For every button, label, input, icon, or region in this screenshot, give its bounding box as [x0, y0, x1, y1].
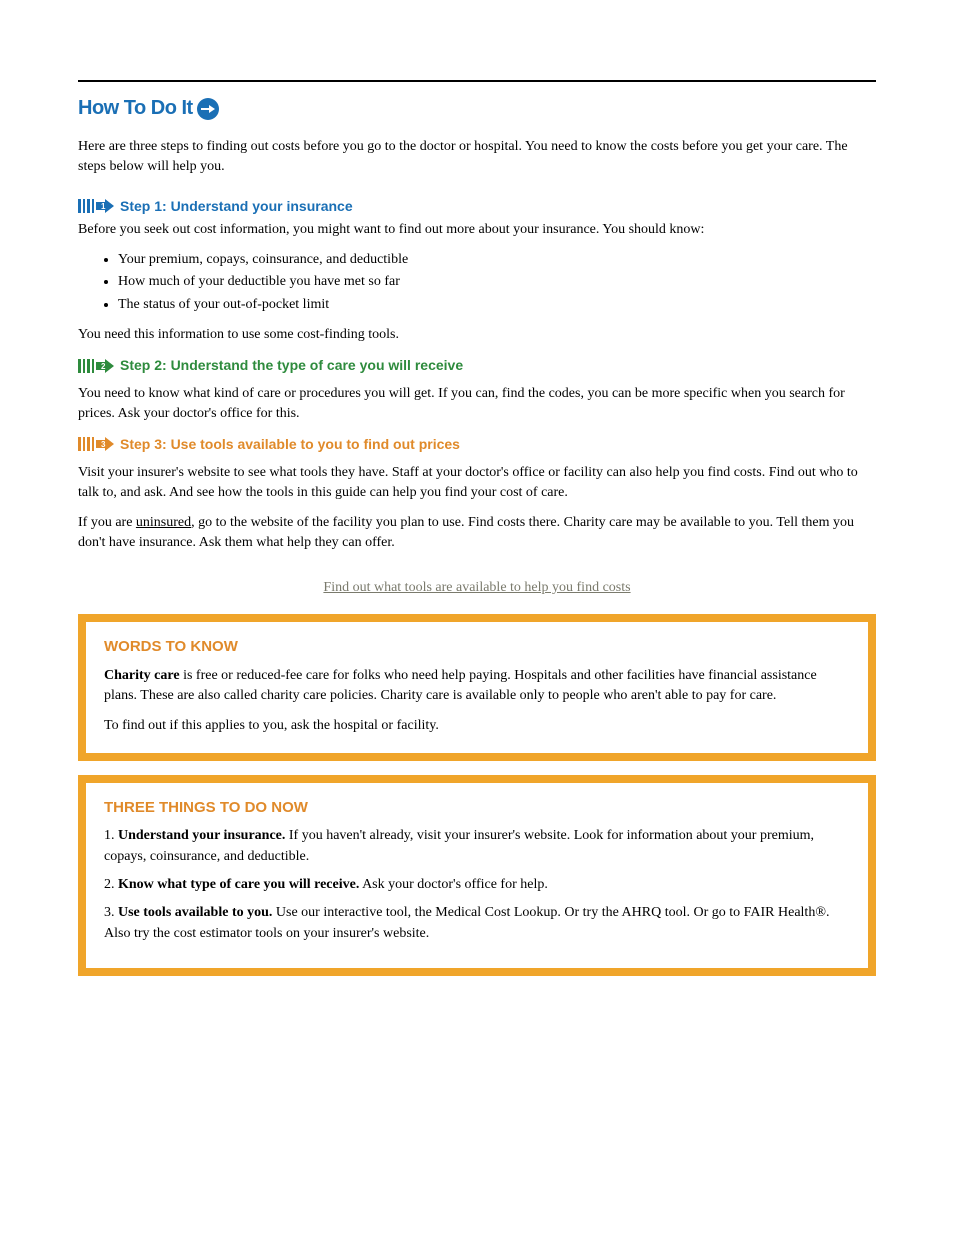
- term: Charity care: [104, 668, 180, 683]
- step-2: 2 Step 2: Understand the type of care yo…: [78, 355, 876, 424]
- header-rule: [78, 80, 876, 82]
- step-3-header: 3 Step 3: Use tools available to you to …: [78, 434, 876, 454]
- step-3-icon: 3: [78, 437, 114, 451]
- step-3-label: Step 3: Use tools available to you to fi…: [120, 434, 460, 454]
- section-title: How To Do It: [78, 94, 219, 123]
- list-item: 1. Understand your insurance. If you hav…: [104, 826, 850, 867]
- list-item: The status of your out-of-pocket limit: [118, 295, 876, 315]
- step-3: 3 Step 3: Use tools available to you to …: [78, 434, 876, 553]
- list-item: 2. Know what type of care you will recei…: [104, 875, 850, 895]
- arrow-icon: 2: [96, 359, 114, 373]
- list-item: Your premium, copays, coinsurance, and d…: [118, 250, 876, 270]
- text: If you are: [78, 515, 136, 530]
- step-3-p1: Visit your insurer's website to see what…: [78, 463, 876, 504]
- item-rest: Ask your doctor's office for help.: [359, 877, 548, 892]
- svg-text:2: 2: [101, 362, 106, 371]
- callout-p2: To find out if this applies to you, ask …: [104, 716, 850, 736]
- arrow-right-icon: [197, 98, 219, 120]
- item-number: 3.: [104, 905, 115, 920]
- item-bold: Use tools available to you.: [118, 905, 272, 920]
- item-number: 1.: [104, 828, 115, 843]
- step-2-header: 2 Step 2: Understand the type of care yo…: [78, 355, 876, 375]
- arrow-icon: 3: [96, 437, 114, 451]
- link-line: Find out what tools are available to hel…: [78, 578, 876, 598]
- step-3-body: Visit your insurer's website to see what…: [78, 463, 876, 554]
- callout-words-to-know: WORDS TO KNOW Charity care is free or re…: [78, 614, 876, 761]
- svg-text:3: 3: [101, 440, 106, 449]
- step-3-p2: If you are uninsured, go to the website …: [78, 513, 876, 554]
- step-1-list: Your premium, copays, coinsurance, and d…: [118, 250, 876, 315]
- callout-p1: Charity care is free or reduced-fee care…: [104, 666, 850, 707]
- step-1-header: 1 Step 1: Understand your insurance: [78, 196, 876, 216]
- step-1-body: Before you seek out cost information, yo…: [78, 220, 876, 345]
- callout-title: WORDS TO KNOW: [104, 636, 850, 658]
- step-2-label: Step 2: Understand the type of care you …: [120, 355, 463, 375]
- list-item: 3. Use tools available to you. Use our i…: [104, 903, 850, 944]
- item-number: 2.: [104, 877, 115, 892]
- step-1-icon: 1: [78, 199, 114, 213]
- callout-list: 1. Understand your insurance. If you hav…: [104, 826, 850, 943]
- step-1-outro: You need this information to use some co…: [78, 325, 876, 345]
- step-2-text: You need to know what kind of care or pr…: [78, 384, 876, 425]
- underline-text: uninsured: [136, 515, 191, 530]
- step-1-intro: Before you seek out cost information, yo…: [78, 220, 876, 240]
- intro-paragraph: Here are three steps to finding out cost…: [78, 137, 876, 178]
- callout-title: THREE THINGS TO DO NOW: [104, 797, 850, 819]
- step-1: 1 Step 1: Understand your insurance Befo…: [78, 196, 876, 346]
- callout-three-things: THREE THINGS TO DO NOW 1. Understand you…: [78, 775, 876, 976]
- item-bold: Know what type of care you will receive.: [118, 877, 359, 892]
- bars-icon: [78, 437, 94, 451]
- definition: is free or reduced-fee care for folks wh…: [104, 668, 817, 703]
- text: , go to the website of the facility you …: [78, 515, 854, 550]
- bars-icon: [78, 199, 94, 213]
- arrow-icon: 1: [96, 199, 114, 213]
- bars-icon: [78, 359, 94, 373]
- step-2-body: You need to know what kind of care or pr…: [78, 384, 876, 425]
- svg-text:1: 1: [101, 202, 106, 211]
- step-2-icon: 2: [78, 359, 114, 373]
- tools-link[interactable]: Find out what tools are available to hel…: [323, 580, 630, 595]
- list-item: How much of your deductible you have met…: [118, 272, 876, 292]
- section-title-text: How To Do It: [78, 94, 193, 123]
- step-1-label: Step 1: Understand your insurance: [120, 196, 353, 216]
- item-bold: Understand your insurance.: [118, 828, 285, 843]
